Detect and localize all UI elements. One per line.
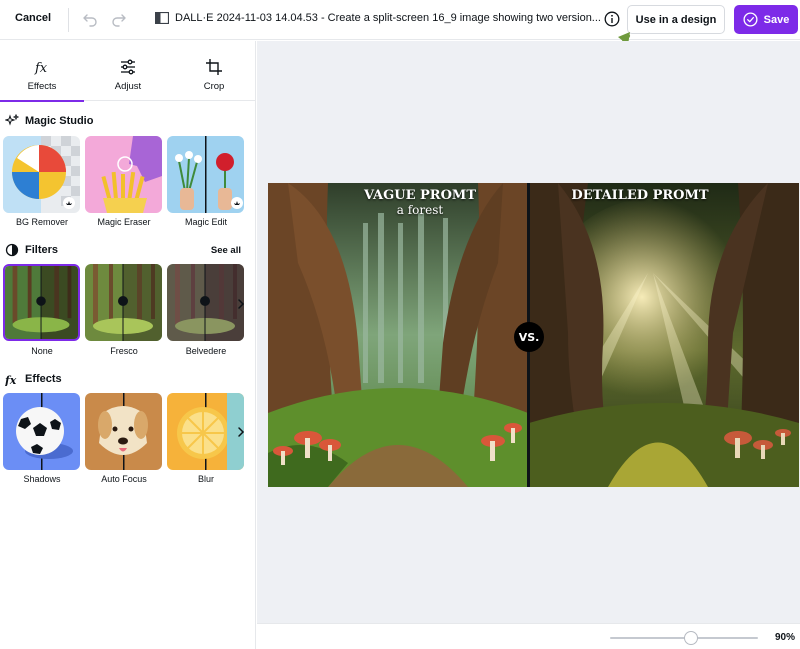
- left-image-subtitle: a forest: [396, 203, 444, 217]
- bg-remover-label: BG Remover: [15, 217, 68, 227]
- filter-belvedere-tile[interactable]: [167, 264, 244, 341]
- tab-effects-label: Effects: [27, 81, 57, 92]
- chevron-right-icon[interactable]: [234, 425, 248, 439]
- effects-heading: fx Effects: [5, 372, 62, 386]
- flower-hands-thumbnail: [167, 136, 244, 213]
- beach-ball-thumbnail: [3, 136, 80, 213]
- effect-auto-focus-label: Auto Focus: [101, 474, 147, 484]
- bg-remover-tile[interactable]: [3, 136, 80, 213]
- cancel-button[interactable]: Cancel: [15, 12, 51, 24]
- zoom-level[interactable]: 90%: [775, 632, 795, 643]
- left-image-title: VAGUE PROMT: [363, 188, 476, 203]
- filter-belvedere-label: Belvedere: [185, 346, 227, 356]
- image-file-icon: [155, 12, 169, 24]
- filters-see-all-link[interactable]: See all: [211, 245, 241, 256]
- effect-auto-focus-tile[interactable]: [85, 393, 162, 470]
- magic-studio-heading: Magic Studio: [5, 114, 93, 128]
- fx-icon: fx: [5, 374, 17, 386]
- soccer-ball-thumbnail: [3, 393, 80, 470]
- svg-text:fx: fx: [34, 61, 48, 76]
- magic-eraser-tile[interactable]: [85, 136, 162, 213]
- effect-shadows-label: Shadows: [23, 474, 61, 484]
- sliders-icon: [121, 59, 135, 75]
- chevron-right-icon[interactable]: [234, 297, 248, 311]
- filters-title: Filters: [25, 244, 59, 256]
- crop-icon: [206, 59, 222, 75]
- save-label: Save: [763, 13, 790, 26]
- effect-shadows-tile[interactable]: [3, 393, 80, 470]
- redo-icon[interactable]: [111, 11, 127, 27]
- top-toolbar: Cancel DALL·E 2024-11-03 14.04.53 - Crea…: [0, 0, 800, 40]
- filters-heading: Filters: [5, 243, 58, 257]
- effects-title: Effects: [25, 373, 62, 385]
- zoom-bar: [257, 623, 800, 649]
- fx-icon: fx: [34, 61, 48, 76]
- tab-crop-label: Crop: [203, 81, 225, 92]
- dog-thumbnail: [85, 393, 162, 470]
- sparkle-icon: [5, 114, 19, 126]
- magic-edit-label: Magic Edit: [184, 217, 228, 227]
- file-title-area: DALL·E 2024-11-03 14.04.53 - Create a sp…: [155, 12, 611, 24]
- tab-adjust[interactable]: Adjust: [86, 41, 170, 101]
- fries-thumbnail: [85, 136, 162, 213]
- filter-fresco-tile[interactable]: [85, 264, 162, 341]
- use-in-design-button[interactable]: Use in a design: [627, 5, 725, 34]
- file-title[interactable]: DALL·E 2024-11-03 14.04.53 - Create a sp…: [175, 12, 611, 24]
- effect-blur-label: Blur: [197, 474, 214, 484]
- magic-eraser-label: Magic Eraser: [97, 217, 151, 227]
- filter-none-label: None: [31, 346, 53, 356]
- zoom-slider-thumb[interactable]: [684, 631, 698, 645]
- svg-text:fx: fx: [5, 374, 17, 386]
- check-circle-icon: [743, 12, 758, 27]
- use-in-design-label: Use in a design: [635, 13, 717, 26]
- toolbar-divider: [68, 8, 69, 32]
- orange-slice-thumbnail: [167, 393, 244, 470]
- magic-studio-title: Magic Studio: [25, 115, 94, 127]
- info-icon[interactable]: [604, 11, 620, 27]
- tab-adjust-label: Adjust: [114, 81, 142, 92]
- edit-panel: fx Effects Adjust Crop Magic Studio BG R…: [0, 41, 256, 649]
- vs-badge: VS.: [514, 322, 544, 352]
- filters-icon: [5, 243, 19, 257]
- magic-edit-tile[interactable]: [167, 136, 244, 213]
- forest-fresco-thumbnail: [85, 264, 162, 341]
- forest-thumbnail: [5, 266, 78, 339]
- right-image-title: DETAILED PROMT: [571, 188, 709, 203]
- filter-fresco-label: Fresco: [110, 346, 138, 356]
- filter-none-tile[interactable]: [3, 264, 80, 341]
- forest-belvedere-thumbnail: [167, 264, 244, 341]
- effect-blur-tile[interactable]: [167, 393, 244, 470]
- tab-effects[interactable]: fx Effects: [0, 41, 84, 102]
- save-button[interactable]: Save: [734, 5, 798, 34]
- panel-tabs: fx Effects Adjust Crop: [0, 41, 256, 102]
- undo-icon[interactable]: [82, 11, 98, 27]
- tab-crop[interactable]: Crop: [172, 41, 256, 101]
